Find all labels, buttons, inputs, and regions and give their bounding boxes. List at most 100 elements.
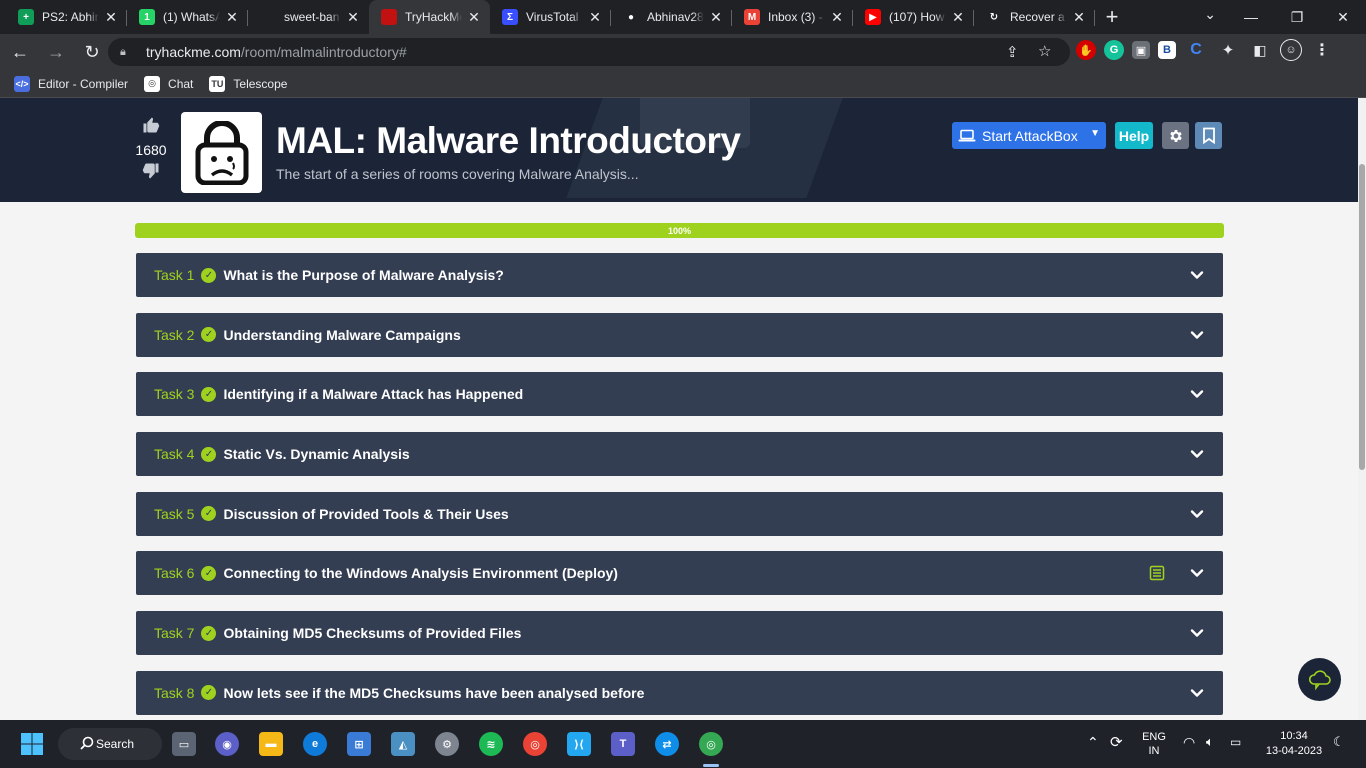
profile-extension-icon[interactable]: ▣ <box>1132 41 1150 59</box>
windows-start-icon[interactable] <box>20 732 44 756</box>
tab-close-icon[interactable]: ✕ <box>950 9 966 26</box>
photos-icon[interactable]: ◭ <box>391 732 415 756</box>
close-window-icon[interactable]: ✕ <box>1320 0 1366 34</box>
help-button[interactable]: Help <box>1115 122 1153 149</box>
address-bar[interactable]: 🔒︎ tryhackme.com/room/malmalintroductory… <box>108 38 1070 66</box>
profile-avatar-icon[interactable]: ☺ <box>1280 39 1302 61</box>
edge-browser-icon[interactable]: e <box>303 732 327 756</box>
tab-title: TryHackMe <box>405 10 462 24</box>
task-row[interactable]: Task 4 ✓ Static Vs. Dynamic Analysis <box>136 432 1223 477</box>
tab-close-icon[interactable]: ✕ <box>345 9 361 26</box>
chevron-down-icon[interactable] <box>1189 446 1205 462</box>
thumbs-down-icon[interactable] <box>132 162 170 184</box>
taskbar-search[interactable]: Search <box>58 728 162 760</box>
forward-icon[interactable]: → <box>40 36 72 68</box>
chevron-down-icon[interactable] <box>1189 386 1205 402</box>
lock-icon[interactable]: 🔒︎ <box>120 46 134 59</box>
b-extension-icon[interactable]: B <box>1158 41 1176 59</box>
bookmark-item[interactable]: TU Telescope <box>209 75 287 92</box>
check-circle-icon: ✓ <box>201 565 217 581</box>
bookmark-star-icon[interactable]: ☆ <box>1038 42 1051 60</box>
chevron-down-icon[interactable] <box>1189 267 1205 283</box>
scrollbar-thumb[interactable] <box>1359 164 1365 470</box>
microsoft-store-icon[interactable]: ⊞ <box>347 732 371 756</box>
browser-tab[interactable]: ● Abhinav28 ✕ <box>611 0 732 34</box>
file-explorer-icon[interactable]: ▬ <box>259 732 283 756</box>
chrome-icon[interactable]: ◎ <box>523 732 547 756</box>
system-clock[interactable]: 10:34 13-04-2023 <box>1262 729 1326 759</box>
tab-close-icon[interactable]: ✕ <box>103 9 119 26</box>
tab-close-icon[interactable]: ✕ <box>1071 9 1087 26</box>
sync-icon[interactable]: ⟳ <box>1110 733 1123 751</box>
browser-tab[interactable]: + PS2: Abhin ✕ <box>6 0 127 34</box>
language-indicator[interactable]: ENG IN <box>1141 730 1167 758</box>
reload-icon[interactable]: ↻ <box>76 36 108 68</box>
minimize-icon[interactable]: — <box>1228 0 1274 34</box>
volume-muted-icon[interactable]: 🔈︎ <box>1206 734 1214 750</box>
back-icon[interactable]: ← <box>4 36 36 68</box>
spotify-icon[interactable]: ≋ <box>479 732 503 756</box>
chrome-profile-icon[interactable]: ◎ <box>699 732 723 756</box>
chevron-down-icon[interactable] <box>1189 685 1205 701</box>
task-row[interactable]: Task 1 ✓ What is the Purpose of Malware An… <box>136 253 1223 297</box>
chevron-down-icon[interactable] <box>1189 506 1205 522</box>
restore-icon[interactable]: ❐ <box>1274 0 1320 34</box>
chevron-down-icon[interactable] <box>1189 327 1205 343</box>
thumbs-up-icon[interactable] <box>132 116 170 138</box>
teamviewer-icon[interactable]: ⇄ <box>655 732 679 756</box>
tab-close-icon[interactable]: ✕ <box>708 9 724 26</box>
tab-close-icon[interactable]: ✕ <box>587 9 603 26</box>
menu-kebab-icon[interactable]: ⋮ <box>1310 38 1334 62</box>
teams-icon[interactable]: T <box>611 732 635 756</box>
tab-search-icon[interactable]: ⌄ <box>1204 6 1216 23</box>
tab-close-icon[interactable]: ✕ <box>466 9 482 26</box>
task-row[interactable]: Task 6 ✓ Connecting to the Windows Analysi… <box>136 551 1223 596</box>
check-circle-icon: ✓ <box>201 506 217 522</box>
tray-overflow-chevron-icon[interactable]: ⌃ <box>1087 734 1099 751</box>
settings-app-icon[interactable]: ⚙ <box>435 732 459 756</box>
attackbox-dropdown-icon[interactable]: ▼ <box>1090 128 1100 139</box>
new-tab-button[interactable]: + <box>1095 0 1129 34</box>
page-scrollbar[interactable] <box>1358 98 1366 720</box>
start-attackbox-button[interactable]: Start AttackBox ▼ <box>952 122 1106 149</box>
browser-tab[interactable]: M Inbox (3) - ✕ <box>732 0 853 34</box>
battery-icon[interactable]: ▭ <box>1230 735 1241 749</box>
task-row[interactable]: Task 8 ✓ Now lets see if the MD5 Checksums… <box>136 670 1223 715</box>
save-room-button[interactable] <box>1195 122 1222 149</box>
bookmark-label: Editor - Compiler <box>38 76 129 91</box>
task-view-icon[interactable]: ▭ <box>172 732 196 756</box>
adblock-extension-icon[interactable]: ✋ <box>1076 40 1096 60</box>
browser-tab[interactable]: Σ VirusTotal ✕ <box>490 0 611 34</box>
c-extension-icon[interactable]: C <box>1184 38 1208 62</box>
bookmark-item[interactable]: </> Editor - Compiler <box>14 75 129 92</box>
wifi-icon[interactable]: ◠ <box>1183 734 1195 751</box>
bookmark-item[interactable]: ◎ Chat <box>144 75 193 92</box>
tab-close-icon[interactable]: ✕ <box>224 9 240 26</box>
chevron-down-icon[interactable] <box>1189 625 1205 641</box>
tab-favicon-icon: + <box>18 9 34 25</box>
browser-tab[interactable]: sweet-ban ✕ <box>248 0 369 34</box>
page-content: 1680 MAL: Malware Introductory The start… <box>0 98 1358 720</box>
task-row[interactable]: Task 3 ✓ Identifying if a Malware Attack h… <box>136 372 1223 417</box>
gear-icon <box>1169 129 1182 142</box>
chat-support-button[interactable] <box>1298 658 1341 701</box>
browser-tab[interactable]: ▶ (107) How ✕ <box>853 0 974 34</box>
extensions-puzzle-icon[interactable]: ✦ <box>1216 38 1240 62</box>
task-row[interactable]: Task 7 ✓ Obtaining MD5 Checksums of Provid… <box>136 611 1223 656</box>
vscode-icon[interactable]: ⟩⟨ <box>567 732 591 756</box>
task-row[interactable]: Task 2 ✓ Understanding Malware Campaigns <box>136 312 1223 357</box>
meet-camera-icon[interactable]: ◉ <box>215 732 239 756</box>
tab-close-icon[interactable]: ✕ <box>829 9 845 26</box>
task-notes-icon[interactable] <box>1149 565 1165 581</box>
notifications-moon-icon[interactable]: ☾ <box>1333 734 1345 750</box>
browser-tab[interactable]: ↻ Recover a ✕ <box>974 0 1095 34</box>
browser-tab[interactable]: 1 (1) WhatsA ✕ <box>127 0 248 34</box>
settings-button[interactable] <box>1162 122 1189 149</box>
browser-toolbar: ← → ↻ 🔒︎ tryhackme.com/room/malmalintrod… <box>0 34 1366 70</box>
chevron-down-icon[interactable] <box>1189 565 1205 581</box>
browser-tab[interactable]: TryHackMe ✕ <box>369 0 490 34</box>
side-panel-icon[interactable]: ◧ <box>1248 38 1272 62</box>
share-icon[interactable]: ⇪ <box>1006 43 1019 61</box>
grammarly-extension-icon[interactable]: G <box>1104 40 1124 60</box>
task-row[interactable]: Task 5 ✓ Discussion of Provided Tools & Th… <box>136 491 1223 536</box>
